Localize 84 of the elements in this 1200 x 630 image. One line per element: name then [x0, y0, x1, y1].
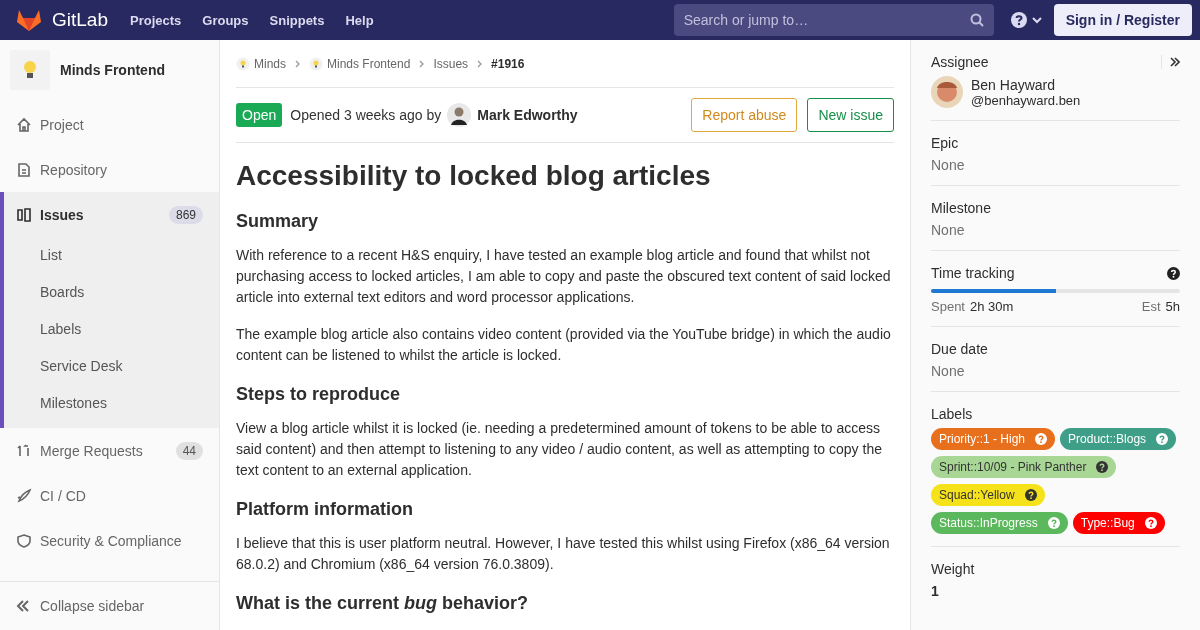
estimate-label: Est — [1141, 299, 1161, 314]
spent-value: 2h 30m — [970, 299, 1014, 314]
section-title: Weight — [931, 561, 976, 577]
help-dropdown-icon[interactable] — [1009, 11, 1044, 29]
search-field[interactable]: Search or jump to… — [673, 4, 994, 36]
brand-name[interactable]: GitLab — [52, 9, 108, 31]
search-icon — [969, 13, 984, 27]
double-chevron-icon — [16, 600, 30, 612]
breadcrumb-link[interactable]: #1916 — [491, 56, 525, 71]
nav-link[interactable]: Snippets — [269, 12, 325, 28]
section-heading: Summary — [236, 210, 320, 233]
avatar-icon — [447, 103, 472, 127]
section-title: Due date — [931, 341, 989, 357]
count-badge: 869 — [168, 205, 203, 224]
paragraph: The example blog article also contains video content (provided via the YouTube bridge) in which the audio content can be listened to whilst the article is locked. — [236, 325, 892, 365]
label-tag[interactable]: Sprint::10/09 - Pink Panther — [931, 456, 1117, 478]
help-icon — [1035, 433, 1048, 445]
section-title: Epic — [931, 135, 960, 151]
help-icon — [1144, 517, 1157, 529]
label-tag[interactable]: Type::Bug — [1072, 512, 1165, 534]
sidebar-item[interactable]: Security & Compliance — [0, 518, 219, 563]
home-icon — [16, 116, 32, 133]
sidebar-subitem[interactable]: List — [0, 237, 219, 274]
lightbulb-icon — [309, 56, 323, 71]
sign-in-button[interactable]: Sign in / Register — [1053, 4, 1192, 36]
help-icon — [1096, 461, 1109, 473]
sidebar-item[interactable]: Merge Requests 44 — [0, 428, 219, 473]
assignee-name[interactable]: Ben Hayward — [971, 76, 1081, 93]
sidebar-item[interactable]: Project — [0, 102, 219, 147]
issue-title: Accessibility to locked blog articles — [236, 159, 712, 193]
sidebar-subitem[interactable]: Service Desk — [0, 348, 219, 385]
nav-link[interactable]: Groups — [202, 12, 249, 28]
label-tag[interactable]: Squad::Yellow — [931, 484, 1045, 506]
section-title: Labels — [931, 406, 974, 422]
sidebar-item[interactable]: Issues 869 — [0, 192, 219, 237]
help-icon — [1156, 433, 1169, 445]
section-title: Milestone — [931, 200, 992, 216]
status-badge: Open — [236, 103, 283, 127]
document-icon — [16, 161, 32, 178]
section-heading: Steps to reproduce — [236, 383, 402, 406]
breadcrumb-link[interactable]: Issues — [433, 56, 469, 71]
breadcrumb-link[interactable]: Minds Frontend — [327, 56, 411, 71]
section-value: None — [931, 363, 966, 379]
avatar-icon — [931, 76, 963, 108]
section-value: None — [931, 157, 966, 173]
author-link[interactable]: Mark Edworthy — [477, 107, 578, 123]
section-title: Assignee — [931, 54, 989, 70]
lightbulb-icon — [23, 60, 37, 80]
sidebar-subitem[interactable]: Labels — [0, 311, 219, 348]
merge-icon — [16, 442, 32, 459]
fox-logo-icon[interactable] — [16, 8, 42, 32]
lightbulb-icon — [236, 56, 250, 71]
sidebar-subitem[interactable]: Milestones — [0, 385, 219, 422]
assignee-handle: @benhayward.ben — [971, 92, 1081, 108]
paragraph: With reference to a recent H&S enquiry, I have tested an example blog article and found that whilst not purchasing access to locked articles, I am able to copy and paste the obscured text content of said locked article into external text editors and word processor applications. — [236, 246, 892, 307]
section-heading: Platform information — [236, 498, 414, 521]
spent-label: Spent — [931, 299, 965, 314]
paragraph: View a blog article whilst it is locked (ie. needing a predetermined amount of tokens to be able to access said content) and then attempt to listening to any video / audio content, as well as attempting to copy the text content to an external application. — [236, 419, 883, 480]
opened-text: Opened 3 weeks ago by — [290, 107, 442, 123]
nav-link[interactable]: Projects — [130, 12, 182, 28]
section-heading: What is the current bug behavior? — [236, 592, 530, 615]
section-title: Time tracking — [931, 265, 1015, 281]
count-badge: 44 — [175, 441, 203, 460]
help-icon — [1047, 517, 1060, 529]
sidebar-item[interactable]: CI / CD — [0, 473, 219, 518]
help-icon — [1024, 489, 1037, 501]
weight-value: 1 — [931, 583, 940, 599]
rocket-icon — [16, 487, 32, 504]
chevron-icon — [477, 59, 483, 68]
double-chevron-icon[interactable] — [1170, 57, 1180, 67]
chevron-icon — [295, 59, 300, 68]
chevron-icon — [419, 59, 425, 68]
breadcrumb-link[interactable]: Minds — [254, 56, 286, 71]
help-icon[interactable] — [1167, 266, 1180, 280]
new-issue-button[interactable]: New issue — [807, 98, 894, 132]
sidebar-subitem[interactable]: Boards — [0, 274, 219, 311]
sidebar-item[interactable]: Repository — [0, 147, 219, 192]
estimate-value: 5h — [1165, 299, 1180, 314]
project-name[interactable]: Minds Frontend — [60, 62, 165, 78]
section-value: None — [931, 222, 966, 238]
nav-link[interactable]: Help — [345, 12, 374, 28]
shield-icon — [16, 532, 32, 549]
paragraph: I believe that this is user platform neutral. However, I have tested this whilst using Firefox (x86_64 version 68.0.2) and Chromium (x86_64 version 76.0.3809). — [236, 534, 891, 574]
columns-icon — [16, 206, 32, 223]
